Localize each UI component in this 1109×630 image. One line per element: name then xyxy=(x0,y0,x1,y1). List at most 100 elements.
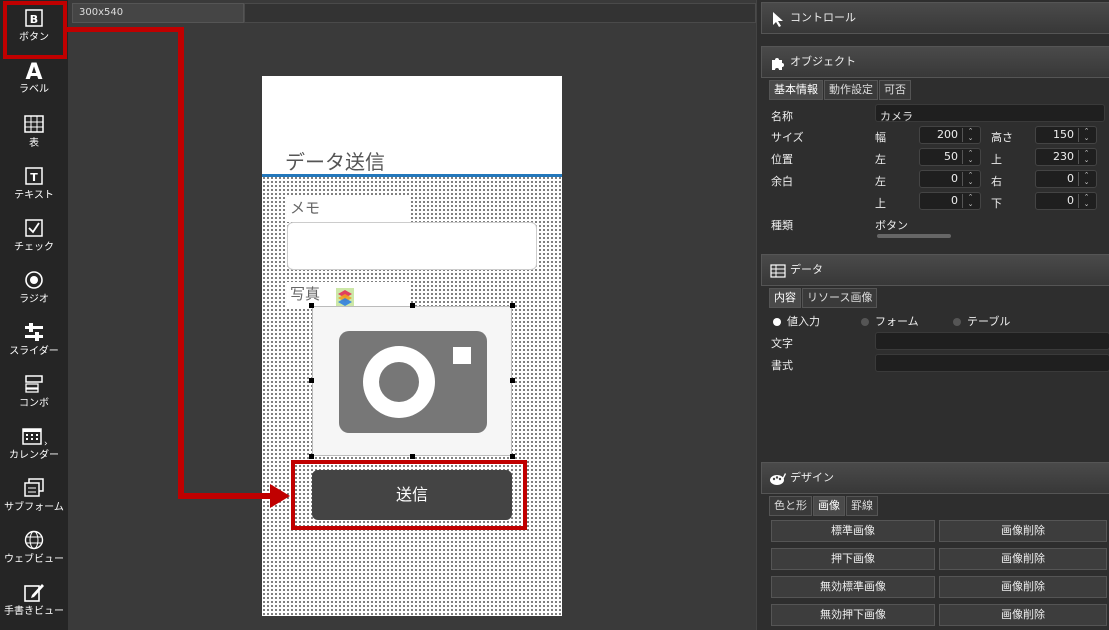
toolbox-slider[interactable]: スライダー xyxy=(0,320,68,358)
cursor-icon xyxy=(773,12,783,27)
spinner-icon[interactable]: ⌃ ⌄ xyxy=(1078,194,1094,208)
selection-handle[interactable] xyxy=(410,303,415,308)
toolbox-table[interactable]: 表 xyxy=(0,112,68,150)
slider-icon xyxy=(0,320,68,344)
toolbox-webview[interactable]: ウェブビュー xyxy=(0,528,68,566)
radio-form[interactable]: フォーム xyxy=(861,313,919,329)
selection-handle[interactable] xyxy=(309,454,314,459)
margin-right-label: 右 xyxy=(991,175,1002,188)
toolbox-subform[interactable]: サブフォーム xyxy=(0,476,68,514)
toolbox: B ボタン A ラベル 表 T テキスト チェック ラジオ スライダー コンボ … xyxy=(0,0,68,630)
memo-input[interactable] xyxy=(287,222,537,270)
normal-image-button[interactable]: 標準画像 xyxy=(771,520,935,542)
format-field[interactable] xyxy=(875,354,1109,372)
disabled-normal-image-button[interactable]: 無効標準画像 xyxy=(771,576,935,598)
toolbox-text[interactable]: T テキスト xyxy=(0,164,68,202)
highlight-send-button xyxy=(291,460,527,530)
palette-icon xyxy=(770,473,786,485)
camera-button[interactable] xyxy=(312,306,512,456)
top-stepper[interactable]: 230 ⌃ ⌄ xyxy=(1035,148,1097,166)
disabled-pressed-image-button[interactable]: 無効押下画像 xyxy=(771,604,935,626)
margin-top-value: 0 xyxy=(951,194,958,207)
selection-handle[interactable] xyxy=(510,378,515,383)
data-panel-header[interactable]: データ xyxy=(761,254,1109,286)
toolbox-check[interactable]: チェック xyxy=(0,216,68,254)
label-icon: A xyxy=(0,58,68,82)
radio-icon xyxy=(953,318,961,326)
tab-color-shape[interactable]: 色と形 xyxy=(769,496,812,516)
margin-right-value: 0 xyxy=(1067,172,1074,185)
toolbox-calendar[interactable]: › カレンダー xyxy=(0,424,68,462)
left-stepper[interactable]: 50 ⌃ ⌄ xyxy=(919,148,981,166)
tab-basic-info[interactable]: 基本情報 xyxy=(769,80,823,100)
selection-handle[interactable] xyxy=(510,303,515,308)
selection-handle[interactable] xyxy=(309,303,314,308)
form-preview[interactable]: データ送信 メモ 写真 送信 xyxy=(262,76,562,616)
memo-label[interactable]: メモ xyxy=(285,196,410,222)
toolbox-handwriting[interactable]: 手書きビュー xyxy=(0,580,68,618)
radio-table[interactable]: テーブル xyxy=(953,313,1010,329)
toolbox-combo[interactable]: コンボ xyxy=(0,372,68,410)
toolbox-radio[interactable]: ラジオ xyxy=(0,268,68,306)
object-tabs: 基本情報 動作設定 可否 xyxy=(769,80,912,100)
name-value: カメラ xyxy=(880,110,913,123)
selection-handle[interactable] xyxy=(510,454,515,459)
tab-availability[interactable]: 可否 xyxy=(879,80,911,100)
control-panel: コントロール xyxy=(761,2,1109,40)
annotation-arrowhead xyxy=(270,484,290,508)
margin-bottom-stepper[interactable]: 0 ⌃ ⌄ xyxy=(1035,192,1097,210)
design-tabs: 色と形 画像 罫線 xyxy=(769,496,879,516)
text-icon: T xyxy=(0,164,68,188)
control-panel-header[interactable]: コントロール xyxy=(761,2,1109,34)
margin-right-stepper[interactable]: 0 ⌃ ⌄ xyxy=(1035,170,1097,188)
tab-border[interactable]: 罫線 xyxy=(846,496,878,516)
design-panel-header[interactable]: デザイン xyxy=(761,462,1109,494)
spinner-icon[interactable]: ⌃ ⌄ xyxy=(1078,128,1094,142)
format-label: 書式 xyxy=(771,359,793,372)
spinner-icon[interactable]: ⌃ ⌄ xyxy=(962,194,978,208)
tab-image[interactable]: 画像 xyxy=(813,496,845,516)
pressed-image-button[interactable]: 押下画像 xyxy=(771,548,935,570)
table-icon xyxy=(770,264,786,278)
svg-text:›: › xyxy=(44,439,47,447)
tab-behavior[interactable]: 動作設定 xyxy=(824,80,878,100)
tab-resource-image[interactable]: リソース画像 xyxy=(802,288,878,308)
selection-handle[interactable] xyxy=(309,378,314,383)
webview-icon xyxy=(0,528,68,552)
toolbox-label: 手書きビュー xyxy=(4,606,64,617)
margin-left-stepper[interactable]: 0 ⌃ ⌄ xyxy=(919,170,981,188)
delete-image-button[interactable]: 画像削除 xyxy=(939,604,1107,626)
delete-image-button[interactable]: 画像削除 xyxy=(939,520,1107,542)
object-panel-header[interactable]: オブジェクト xyxy=(761,46,1109,78)
canvas-size-tab[interactable]: 300x540 xyxy=(72,3,244,23)
scrollbar[interactable] xyxy=(877,234,951,238)
width-stepper[interactable]: 200 ⌃ ⌄ xyxy=(919,126,981,144)
selection-handle[interactable] xyxy=(410,454,415,459)
highlight-toolbox-button xyxy=(3,1,67,59)
text-field[interactable] xyxy=(875,332,1109,350)
combo-icon xyxy=(0,372,68,396)
radio-label: 値入力 xyxy=(787,315,820,328)
svg-text:T: T xyxy=(30,171,38,184)
height-stepper[interactable]: 150 ⌃ ⌄ xyxy=(1035,126,1097,144)
delete-image-button[interactable]: 画像削除 xyxy=(939,548,1107,570)
text-label: 文字 xyxy=(771,337,793,350)
spinner-icon[interactable]: ⌃ ⌄ xyxy=(962,128,978,142)
spinner-icon[interactable]: ⌃ ⌄ xyxy=(1078,172,1094,186)
radio-value-input[interactable]: 値入力 xyxy=(773,313,820,329)
delete-image-button[interactable]: 画像削除 xyxy=(939,576,1107,598)
type-value[interactable]: ボタン xyxy=(875,217,908,233)
spinner-icon[interactable]: ⌃ ⌄ xyxy=(962,172,978,186)
radio-label: テーブル xyxy=(967,315,1011,328)
toolbox-label: テキスト xyxy=(14,190,54,201)
toolbox-label-tool[interactable]: A ラベル xyxy=(0,58,68,96)
toolbox-label: サブフォーム xyxy=(4,502,64,513)
name-field[interactable]: カメラ xyxy=(875,104,1105,123)
margin-top-stepper[interactable]: 0 ⌃ ⌄ xyxy=(919,192,981,210)
size-label: サイズ xyxy=(771,131,804,144)
spinner-icon[interactable]: ⌃ ⌄ xyxy=(962,150,978,164)
properties-panel: コントロール オブジェクト 基本情報 動作設定 可否 名称 カメラ サイズ 幅 … xyxy=(756,0,1109,630)
tab-content[interactable]: 内容 xyxy=(769,288,801,308)
spinner-icon[interactable]: ⌃ ⌄ xyxy=(1078,150,1094,164)
toolbox-label: ウェブビュー xyxy=(4,554,64,565)
